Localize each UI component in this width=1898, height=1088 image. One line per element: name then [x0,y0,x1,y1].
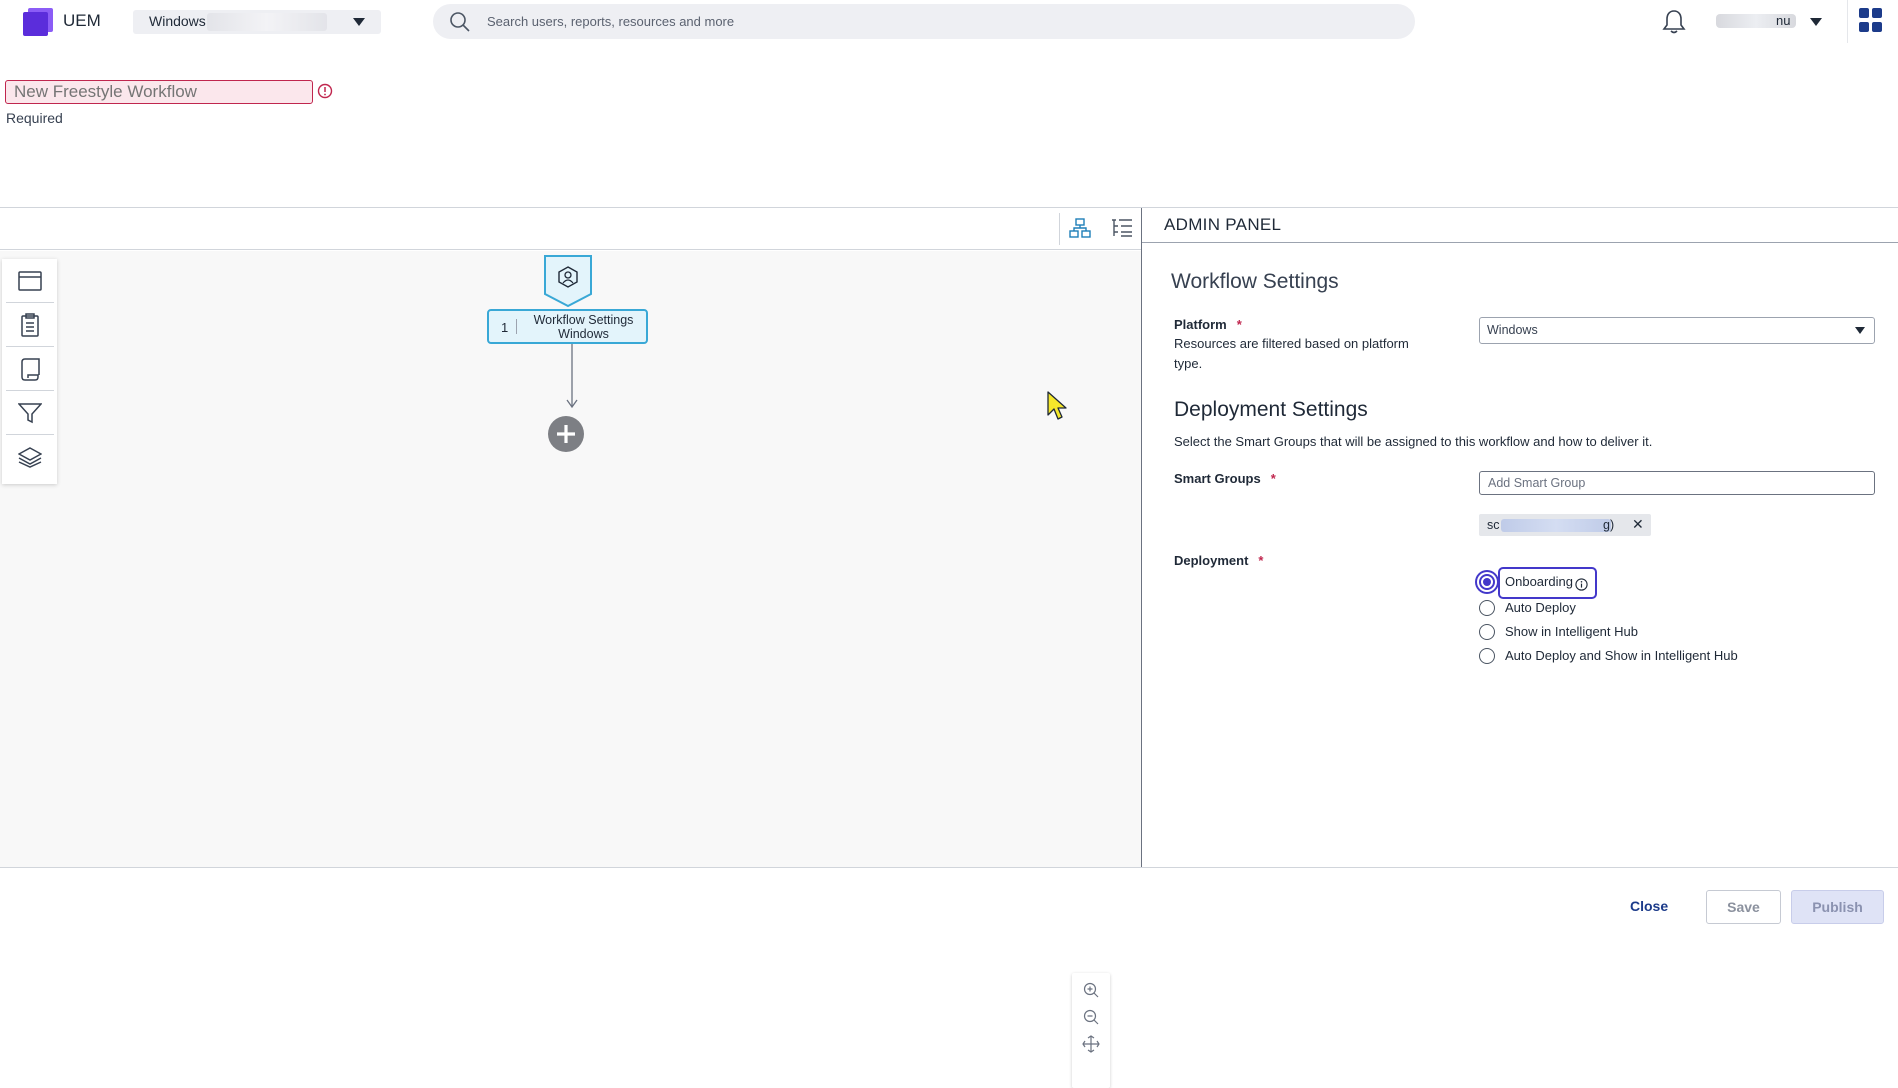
deployment-option-auto-deploy-and-show[interactable]: Auto Deploy and Show in Intelligent Hub [1479,646,1779,666]
required-asterisk: * [1270,471,1276,486]
user-menu[interactable]: nu [1716,11,1826,33]
required-asterisk: * [1236,317,1242,332]
workflow-settings-title: Workflow Settings [1171,270,1339,293]
smart-group-chip: sc g) ✕ [1479,514,1651,536]
chevron-down-icon [353,18,365,26]
app-name: UEM [63,11,101,30]
deployment-settings-help: Select the Smart Groups that will be ass… [1174,434,1653,449]
publish-button[interactable]: Publish [1791,890,1884,924]
platform-help-text: Resources are filtered based on platform… [1174,336,1409,371]
diagram-view-icon[interactable] [1069,217,1091,239]
zoom-in-icon[interactable] [1081,980,1101,1000]
list-view-icon[interactable] [1110,217,1134,239]
organization-group-select[interactable]: Windows [133,10,381,34]
filter-icon[interactable] [6,391,54,435]
smart-groups-label-text: Smart Groups [1174,471,1261,486]
clipboard-icon[interactable] [6,303,54,347]
smart-group-name-redacted [1501,519,1611,532]
workflow-name-error: Required [6,110,63,126]
resource-tools-palette [2,259,57,484]
close-button[interactable]: Close [1630,898,1668,914]
node-subtitle-line: Windows [558,327,609,341]
deployment-settings-title: Deployment Settings [1174,398,1368,421]
divider [1847,0,1848,43]
add-step-icon[interactable] [547,415,585,453]
radio-label: Show in Intelligent Hub [1505,624,1638,639]
node-connector-arrow [566,344,578,410]
admin-panel-title: ADMIN PANEL [1164,215,1282,234]
deployment-option-auto-deploy[interactable]: Auto Deploy [1479,598,1619,618]
admin-panel: ADMIN PANEL Workflow Settings Platform * … [1142,208,1898,867]
radio-button[interactable] [1479,600,1495,616]
radio-button[interactable] [1479,624,1495,640]
radio-label: Auto Deploy and Show in Intelligent Hub [1505,648,1738,663]
user-name: nu [1776,13,1791,28]
node-title-line: Workflow Settings [533,313,634,327]
divider [0,867,1898,868]
required-asterisk: * [1258,553,1264,568]
fit-to-screen-icon[interactable] [1081,1034,1101,1054]
search-input[interactable] [487,11,1367,31]
search-icon [449,11,471,33]
chevron-down-icon [1855,327,1865,334]
mouse-cursor-icon [1047,391,1067,421]
info-icon[interactable] [1575,578,1588,591]
divider [1059,213,1060,245]
canvas-toolbar [0,208,1141,250]
divider [516,319,517,334]
apps-grid-icon[interactable] [1859,8,1883,32]
org-name-redacted [207,13,327,31]
node-step-number: 1 [501,320,509,335]
top-navigation-bar: UEM Windows nu [0,0,1898,43]
chip-text-head: sc [1487,518,1500,532]
platform-label-text: Platform [1174,317,1227,332]
radio-button[interactable] [1479,574,1495,590]
layers-icon[interactable] [6,435,54,479]
smart-groups-label: Smart Groups * [1174,471,1276,486]
uem-logo-icon[interactable] [23,8,53,36]
platform-select-value: Windows [1487,323,1538,337]
platform-label: Platform * [1174,317,1242,332]
remove-chip-icon[interactable]: ✕ [1632,516,1644,533]
workflow-name-input[interactable] [5,80,313,104]
zoom-controls [1072,973,1110,1088]
bell-icon[interactable] [1662,9,1686,35]
workflow-canvas: 1 Workflow Settings Windows [0,208,1141,1088]
deployment-label: Deployment * [1174,553,1263,568]
save-button[interactable]: Save [1706,890,1781,924]
canvas-body[interactable]: 1 Workflow Settings Windows [0,251,1141,1088]
workflow-start-node-icon[interactable] [543,254,593,308]
platform-select[interactable]: Windows [1479,317,1875,344]
radio-label: Auto Deploy [1505,600,1576,615]
admin-panel-header: ADMIN PANEL [1142,208,1898,243]
chip-text-tail: g) [1603,518,1615,532]
workflow-settings-node[interactable]: 1 Workflow Settings Windows [487,309,648,344]
radio-button[interactable] [1479,648,1495,664]
script-icon[interactable] [6,347,54,391]
deployment-option-show-in-hub[interactable]: Show in Intelligent Hub [1479,622,1679,642]
smart-group-input[interactable] [1479,471,1875,495]
node-title: Workflow Settings Windows [519,313,648,341]
global-search-bar [433,4,1415,39]
chevron-down-icon [1810,18,1822,26]
deployment-label-text: Deployment [1174,553,1249,568]
window-icon[interactable] [6,259,54,303]
error-icon [317,83,333,99]
zoom-out-icon[interactable] [1081,1007,1101,1027]
org-select-value: Windows [149,13,206,29]
